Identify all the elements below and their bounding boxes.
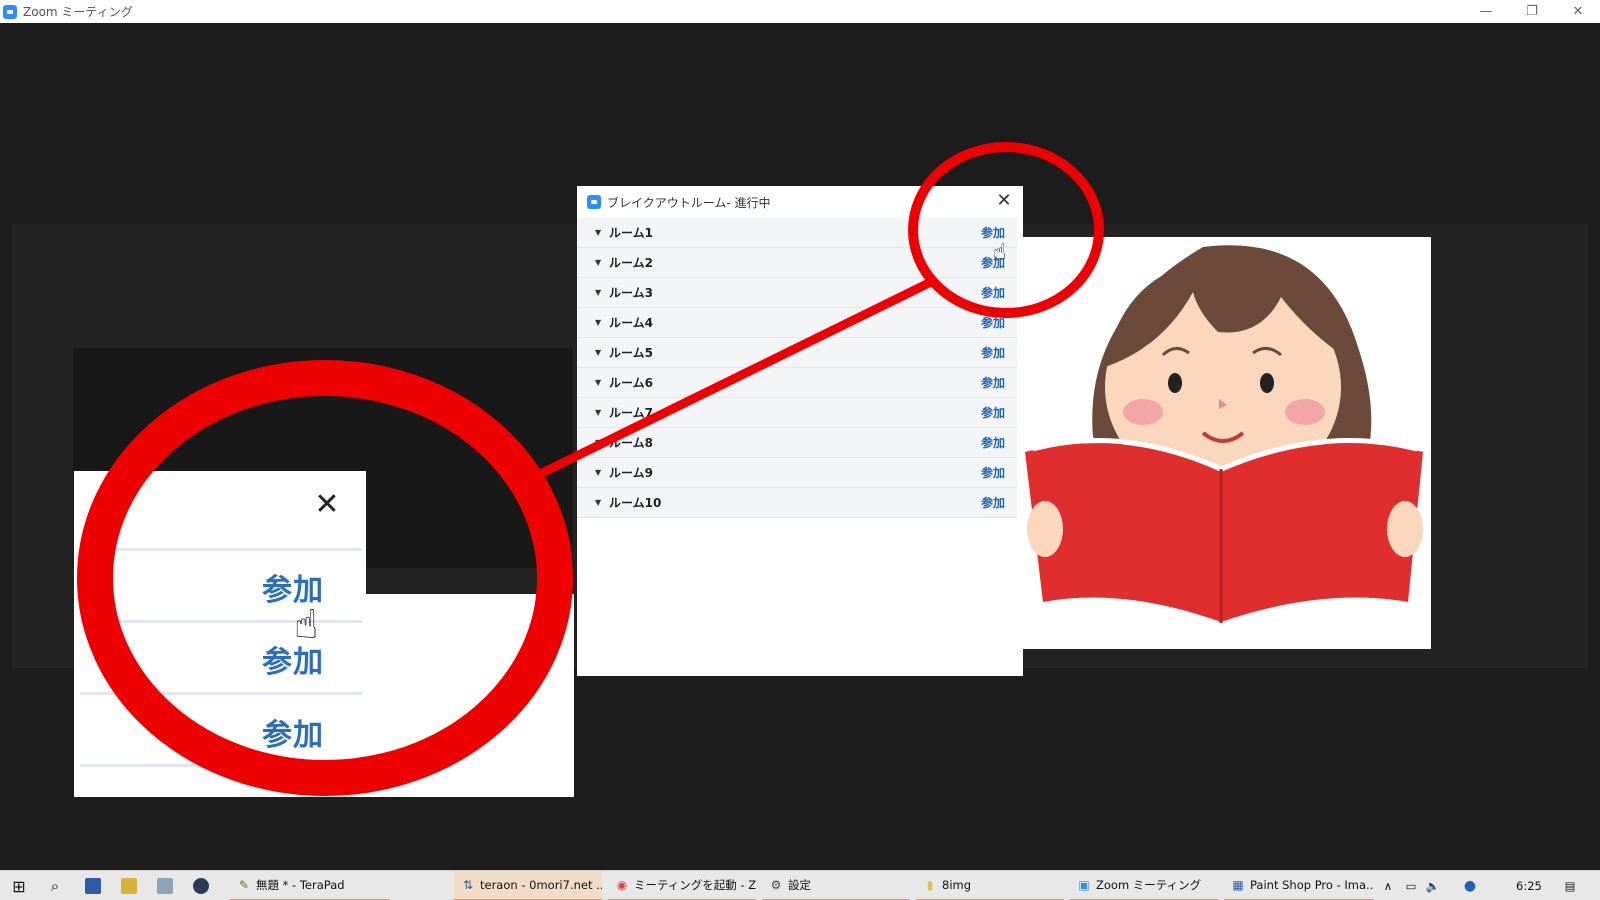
breakout-rooms-dialog: ブレイクアウトルーム- 進行中 ✕ ▼ ルーム1 参加 ▼ ルーム2 参加 ▼ ルーム3 参加 ▼… — [577, 186, 1023, 676]
girl-reading-book-illustration — [1025, 245, 1423, 623]
join-room-button[interactable]: 参加 — [981, 344, 1005, 361]
room-row[interactable]: ▼ ルーム10 参加 — [577, 488, 1017, 518]
camera-icon[interactable] — [193, 878, 209, 894]
display-icon[interactable]: ▭ — [1403, 871, 1419, 900]
taskbar-app-label: Paint Shop Pro - Ima... — [1250, 878, 1374, 892]
room-row[interactable]: ▼ ルーム3 参加 — [577, 278, 1017, 308]
chrome-icon: ◉ — [616, 878, 628, 892]
inset-close-icon: ✕ — [314, 487, 340, 522]
zoom-icon: ▣ — [1078, 878, 1090, 892]
inset-divider — [80, 620, 362, 623]
dialog-header: ブレイクアウトルーム- 進行中 — [577, 186, 1023, 218]
hand-cursor-icon: ☝ — [993, 240, 1007, 265]
zoom-logo-icon — [3, 4, 17, 19]
expand-triangle-icon[interactable]: ▼ — [595, 378, 609, 387]
expand-triangle-icon[interactable]: ▼ — [595, 318, 609, 327]
restore-button[interactable]: ❐ — [1512, 0, 1552, 23]
window-title: Zoom ミーティング — [23, 5, 133, 19]
room-name: ルーム7 — [609, 406, 653, 420]
window-titlebar: Zoom ミーティング — [0, 0, 1600, 23]
inset-divider — [80, 548, 362, 551]
close-window-button[interactable]: ✕ — [1558, 0, 1598, 23]
join-room-button[interactable]: 参加 — [981, 434, 1005, 451]
onedrive-icon[interactable]: ● — [1460, 871, 1480, 900]
room-row[interactable]: ▼ ルーム2 参加 — [577, 248, 1017, 278]
dialog-title: ブレイクアウトルーム- 進行中 — [607, 195, 771, 210]
room-name: ルーム3 — [609, 286, 653, 300]
join-room-button[interactable]: 参加 — [981, 314, 1005, 331]
join-room-button[interactable]: 参加 — [981, 224, 1005, 241]
taskbar: ⊞ ⌕ ✎ 無題 * - TeraPad ⇅ teraon - 0mori7.net … — [0, 870, 1600, 900]
room-name: ルーム4 — [609, 316, 653, 330]
expand-triangle-icon[interactable]: ▼ — [595, 468, 609, 477]
zoomed-inset-extension — [366, 594, 574, 797]
zoom-logo-icon — [587, 195, 601, 209]
room-list: ▼ ルーム1 参加 ▼ ルーム2 参加 ▼ ルーム3 参加 ▼ ルーム4 参加 ▼ ルーム5 参加 ▼ ルーム6… — [577, 218, 1017, 518]
room-name: ルーム9 — [609, 466, 653, 480]
chevron-up-icon[interactable]: ∧ — [1381, 871, 1395, 900]
taskbar-app-label: Zoom ミーティング — [1096, 878, 1202, 892]
expand-triangle-icon[interactable]: ▼ — [595, 408, 609, 417]
room-row[interactable]: ▼ ルーム7 参加 — [577, 398, 1017, 428]
taskbar-app-button[interactable]: ✎ 無題 * - TeraPad — [230, 871, 390, 900]
taskbar-app-label: 設定 — [788, 878, 811, 892]
room-name: ルーム8 — [609, 436, 653, 450]
expand-triangle-icon[interactable]: ▼ — [595, 228, 609, 237]
room-row[interactable]: ▼ ルーム5 参加 — [577, 338, 1017, 368]
taskbar-app-label: ミーティングを起動 - Zo... — [634, 878, 756, 892]
start-button[interactable]: ⊞ — [4, 871, 34, 900]
room-name: ルーム2 — [609, 256, 653, 270]
room-row[interactable]: ▼ ルーム6 参加 — [577, 368, 1017, 398]
expand-triangle-icon[interactable]: ▼ — [595, 288, 609, 297]
taskbar-app-label: teraon - 0mori7.net ... — [480, 878, 602, 892]
taskbar-app-button[interactable]: ▮ 8img — [916, 871, 1064, 900]
participant-video — [1023, 237, 1431, 649]
expand-triangle-icon[interactable]: ▼ — [595, 348, 609, 357]
network-icon[interactable] — [157, 878, 173, 894]
taskbar-app-button[interactable]: ◉ ミーティングを起動 - Zo... — [608, 871, 756, 900]
join-room-button[interactable]: 参加 — [981, 404, 1005, 421]
taskbar-app-button[interactable]: ▣ Zoom ミーティング — [1070, 871, 1218, 900]
paintshop-icon: ▦ — [1232, 878, 1244, 892]
expand-triangle-icon[interactable]: ▼ — [595, 498, 609, 507]
minimize-button[interactable]: — — [1466, 0, 1506, 23]
taskbar-app-button[interactable]: ▦ Paint Shop Pro - Ima... — [1224, 871, 1374, 900]
calculator-icon[interactable] — [85, 878, 101, 894]
room-row[interactable]: ▼ ルーム1 参加 — [577, 218, 1017, 248]
room-name: ルーム6 — [609, 376, 653, 390]
taskbar-app-label: 無題 * - TeraPad — [256, 878, 345, 892]
ftp-icon: ⇅ — [462, 878, 474, 892]
volume-icon[interactable]: 🔈 — [1425, 871, 1441, 900]
hand-cursor-icon: ☝ — [294, 602, 319, 648]
room-name: ルーム10 — [609, 496, 662, 510]
join-room-button[interactable]: 参加 — [981, 464, 1005, 481]
taskbar-app-button[interactable]: ⇅ teraon - 0mori7.net ... — [454, 871, 602, 900]
inset-join-label: 参加 — [262, 718, 324, 753]
room-name: ルーム1 — [609, 226, 653, 240]
folder-icon: ▮ — [926, 878, 934, 892]
clock[interactable]: 6:25 — [1516, 871, 1542, 900]
expand-triangle-icon[interactable]: ▼ — [595, 438, 609, 447]
join-room-button[interactable]: 参加 — [981, 494, 1005, 511]
room-row[interactable]: ▼ ルーム9 参加 — [577, 458, 1017, 488]
room-row[interactable]: ▼ ルーム4 参加 — [577, 308, 1017, 338]
expand-triangle-icon[interactable]: ▼ — [595, 258, 609, 267]
search-icon[interactable]: ⌕ — [40, 871, 70, 900]
notification-icon[interactable]: ▤ — [1558, 871, 1582, 900]
inset-divider — [80, 692, 362, 695]
room-name: ルーム5 — [609, 346, 653, 360]
taskbar-app-label: 8img — [942, 878, 972, 892]
gear-icon: ⚙ — [770, 878, 782, 892]
join-room-button[interactable]: 参加 — [981, 374, 1005, 391]
notes-icon[interactable] — [121, 878, 137, 894]
join-room-button[interactable]: 参加 — [981, 284, 1005, 301]
dialog-close-button[interactable]: ✕ — [993, 190, 1015, 212]
taskbar-app-button[interactable]: ⚙ 設定 — [762, 871, 910, 900]
inset-divider — [80, 764, 362, 767]
terapad-icon: ✎ — [238, 878, 250, 892]
room-row[interactable]: ▼ ルーム8 参加 — [577, 428, 1017, 458]
